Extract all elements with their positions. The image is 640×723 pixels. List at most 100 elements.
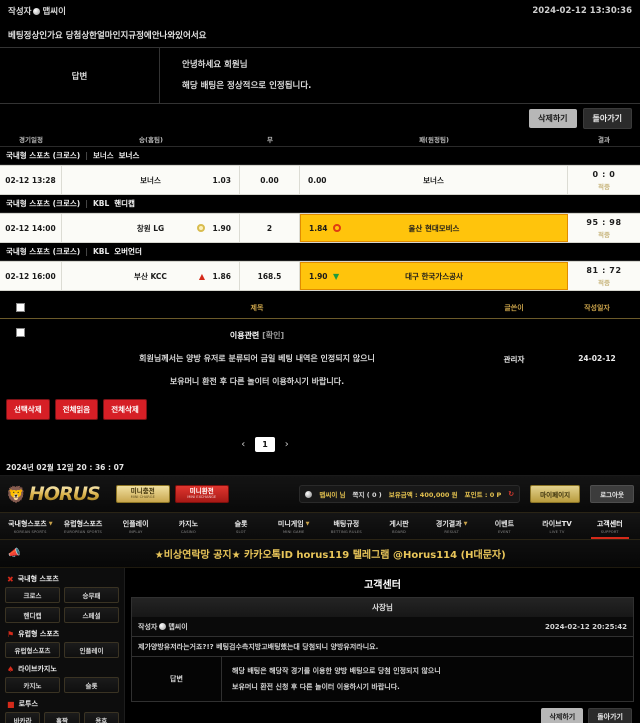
nav-item-casino[interactable]: 카지노 CASINO: [162, 513, 215, 539]
post-answer-block: 답변 안녕하세요 회원님 해당 배팅은 정상적으로 인정됩니다.: [0, 48, 640, 104]
cell-home[interactable]: 부산 KCC ▲ 1.86: [62, 262, 240, 290]
megaphone-icon: 📣: [8, 548, 21, 559]
sidebar-item-european-sports[interactable]: 유럽형스포츠: [5, 642, 60, 658]
sidebar-item-oddeven[interactable]: 홀짝: [44, 712, 80, 723]
sidebar-item-special[interactable]: 스페셜: [64, 607, 119, 623]
sidebar-group-european-sports: ⚑ 유럽형 스포츠 유럽형스포츠 인플레이: [5, 627, 119, 658]
writer-name: 맵씨이: [42, 7, 66, 17]
table-row: 02-12 13:28 보너스 1.03 0.00 0.00 보너스 0 : 0…: [0, 165, 640, 195]
col-draw: 무: [267, 136, 273, 144]
col-time: 경기일정: [19, 136, 43, 144]
sidebar-item-inplay[interactable]: 인플레이: [64, 642, 119, 658]
home-team: 보너스: [140, 175, 161, 185]
group-sub: KBL: [92, 199, 110, 208]
avatar-icon: [33, 7, 41, 15]
delete-button[interactable]: 삭제하기: [529, 108, 577, 128]
note-line: 보유머니 환전 후 다른 놀이터 이용하시기 바랍니다.: [169, 377, 345, 386]
sidebar-item-baccarat[interactable]: 바카라: [5, 712, 41, 723]
cell-home[interactable]: 창원 LG 1.90: [62, 214, 240, 242]
nav-label: 경기결과: [435, 519, 462, 528]
nav-label: 배팅규정: [333, 519, 360, 528]
row-select-cell[interactable]: [0, 328, 40, 393]
nav-sublabel: RESULT: [444, 529, 459, 534]
sidebar-item-handicap[interactable]: 핸디캡: [5, 607, 60, 623]
mini-exchange-sublabel: MINI EXCHANGE: [187, 494, 217, 499]
mini-exchange-button[interactable]: 미니환전 MINI EXCHANGE: [174, 485, 229, 503]
sidebar-buttons: 바카라 홀짝 용호: [5, 712, 119, 723]
main-nav: 국내형스포츠 ▼ KOREAN SPORTS 유럽형스포츠 EUROPEAN SP…: [0, 512, 640, 540]
page-number-1[interactable]: 1: [255, 436, 275, 452]
support-writer: 작성자 맵씨이: [138, 622, 188, 632]
sidebar-item-cross[interactable]: 크로스: [5, 587, 60, 603]
nav-sublabel: BETTING RULES: [330, 529, 362, 534]
nav-item-mini-game[interactable]: 미니게임 ▼ MINI GAME: [267, 513, 320, 539]
bet-table-header: 경기일정 승(홈팀) 무 패(원정팀) 결과: [0, 132, 640, 147]
score-value: 0 : 0: [592, 169, 616, 179]
checkbox-icon[interactable]: [15, 328, 25, 337]
money-buttons: 미니충전 MINI CHARGE 미니환전 MINI EXCHANGE: [115, 485, 229, 503]
notes-list: 제목 글쓴이 작성일자 이용관련 [확인] 회원님께서는 양방 유저로 분류되어…: [0, 297, 640, 460]
my-page-button[interactable]: 마이페이지: [530, 485, 581, 503]
server-clock: 2024년 02월 12일 20 : 36 : 07: [6, 463, 125, 472]
logout-button[interactable]: 로그아웃: [590, 485, 634, 503]
nav-item-board[interactable]: 게시판 BOARD: [373, 513, 426, 539]
home-odds: 1.86: [212, 271, 231, 281]
sidebar-item-slot[interactable]: 슬롯: [64, 677, 119, 693]
away-odds: 1.90: [309, 271, 328, 281]
refresh-icon[interactable]: ↻: [508, 490, 514, 498]
nav-item-event[interactable]: 이벤트 EVENT: [478, 513, 531, 539]
support-delete-button[interactable]: 삭제하기: [541, 708, 584, 723]
nav-item-live-tv[interactable]: 라이브TV LIVE TV: [531, 513, 584, 539]
mini-charge-button[interactable]: 미니충전 MINI CHARGE: [115, 485, 170, 503]
nav-item-support[interactable]: 고객센터 SUPPORT: [583, 513, 636, 539]
nav-sublabel: LIVE TV: [549, 529, 565, 534]
cell-time: 02-12 14:00: [0, 214, 62, 242]
nav-item-results[interactable]: 경기결과 ▼ RESULT: [425, 513, 478, 539]
cell-draw: 0.00: [240, 166, 300, 194]
group-market: 오버언더: [114, 247, 142, 256]
sidebar-item-wdl[interactable]: 승무패: [64, 587, 119, 603]
chevron-down-icon: ▼: [463, 520, 468, 527]
mark-all-read-button[interactable]: 전체읽음: [54, 399, 99, 420]
nav-item-inplay[interactable]: 인플레이 INPLAY: [109, 513, 162, 539]
next-page-button[interactable]: ›: [285, 439, 289, 450]
flag-icon: ⚑: [7, 629, 15, 639]
nav-item-betting-rules[interactable]: 배팅규정 BETTING RULES: [320, 513, 373, 539]
bet-group-header: 국내형 스포츠 (크로스) | 보너스 보너스: [0, 147, 640, 165]
note-writer: 관리자: [503, 355, 525, 364]
lower-section: ✖ 국내형 스포츠 크로스 승무패 핸디캡 스페셜 ⚑ 유럽형 스포츠 유럽형스…: [0, 568, 640, 723]
checkbox-icon[interactable]: [15, 303, 25, 312]
sidebar-group-korean-sports: ✖ 국내형 스포츠 크로스 승무패 핸디캡 스페셜: [5, 572, 119, 623]
away-team: 대구 한국가스공사: [405, 271, 463, 281]
support-table-header: 사장님: [131, 597, 634, 617]
cell-away[interactable]: 1.90 ▼ 대구 한국가스공사: [300, 262, 568, 290]
nav-label: 미니게임: [277, 519, 304, 528]
score-value: 95 : 98: [586, 217, 622, 227]
sidebar-item-dragontiger[interactable]: 용호: [83, 712, 119, 723]
nav-label: 국내형스포츠: [8, 519, 47, 528]
group-league: 국내형 스포츠 (크로스): [6, 151, 81, 160]
cell-score: 0 : 0 적중: [568, 166, 640, 194]
delete-all-button[interactable]: 전체삭제: [103, 399, 147, 420]
prev-page-button[interactable]: ‹: [241, 439, 245, 450]
nav-item-slot[interactable]: 슬롯 SLOT: [215, 513, 268, 539]
cell-home[interactable]: 보너스 1.03: [62, 166, 240, 194]
back-button[interactable]: 돌아가기: [582, 107, 632, 129]
site-logo[interactable]: 🦁 HORUS: [6, 483, 101, 505]
select-all-cell[interactable]: [0, 303, 40, 312]
group-sep: |: [85, 199, 88, 208]
nav-sublabel: EUROPEAN SPORTS: [64, 529, 102, 534]
sidebar-item-casino[interactable]: 카지노: [5, 677, 60, 693]
sidebar-group-label: 국내형 스포츠: [17, 575, 59, 583]
note-body: 이용관련 [확인] 회원님께서는 양방 유저로 분류되어 금일 베팅 내역은 인…: [40, 328, 474, 393]
cell-away[interactable]: 0.00 보너스: [300, 166, 568, 194]
support-back-button[interactable]: 돌아가기: [588, 708, 632, 723]
nav-item-korean-sports[interactable]: 국내형스포츠 ▼ KOREAN SPORTS: [4, 513, 57, 539]
account-messages[interactable]: 쪽지 ( 0 ): [353, 489, 382, 499]
home-team: 부산 KCC: [134, 271, 167, 281]
red-ring-icon: [333, 224, 341, 232]
nav-item-european-sports[interactable]: 유럽형스포츠 EUROPEAN SPORTS: [57, 513, 110, 539]
cell-away[interactable]: 1.84 울산 현대모비스: [300, 214, 568, 242]
delete-selected-button[interactable]: 선택삭제: [6, 399, 50, 420]
sidebar-group-label: 라이브카지노: [18, 665, 57, 673]
